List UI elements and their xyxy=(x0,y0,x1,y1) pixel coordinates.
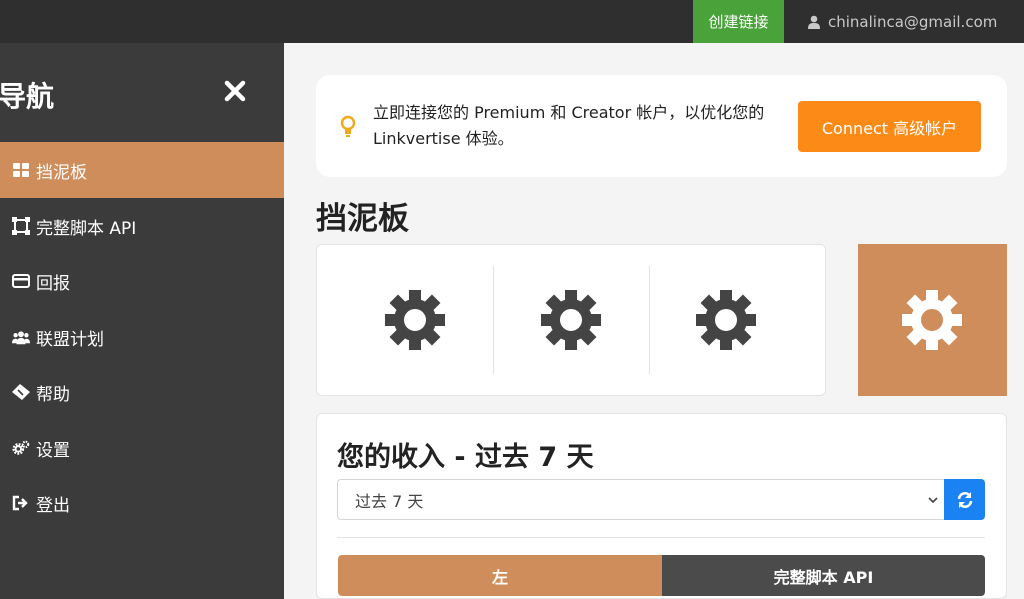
sidebar-item-label: 设置 xyxy=(36,440,70,461)
sidebar-item-label: 帮助 xyxy=(36,384,70,405)
user-account[interactable]: chinalinca@gmail.com xyxy=(808,0,997,43)
sidebar-item-settings[interactable]: 设置 xyxy=(0,420,284,476)
crop-icon xyxy=(12,217,30,235)
gear-icon xyxy=(696,290,756,350)
connect-premium-button[interactable]: Connect 高级帐户 xyxy=(798,101,981,152)
tab-left[interactable]: 左 xyxy=(338,555,662,596)
sidebar-item-help[interactable]: 帮助 xyxy=(0,364,284,420)
gear-icon xyxy=(902,290,962,350)
income-title: 您的收入 - 过去 7 天 xyxy=(337,442,594,473)
sidebar-title: 导航 xyxy=(0,80,55,113)
close-icon[interactable] xyxy=(224,80,246,102)
user-icon xyxy=(808,15,820,29)
gear-icon xyxy=(385,290,445,350)
sidebar-item-label: 挡泥板 xyxy=(36,162,87,183)
ticket-icon xyxy=(12,383,30,401)
sidebar-item-label: 联盟计划 xyxy=(36,329,104,350)
divider xyxy=(337,537,985,538)
users-icon xyxy=(12,328,30,346)
divider xyxy=(493,266,494,374)
date-range-select[interactable]: 过去 7 天 xyxy=(337,479,945,520)
sidebar-item-payouts[interactable]: 回报 xyxy=(0,253,284,309)
create-link-button[interactable]: 创建链接 xyxy=(693,0,784,43)
user-email: chinalinca@gmail.com xyxy=(828,12,998,31)
credit-card-icon xyxy=(12,272,30,290)
tab-full-script-api[interactable]: 完整脚本 API xyxy=(662,555,985,596)
lightbulb-icon xyxy=(340,115,356,137)
date-range-value: 过去 7 天 xyxy=(355,491,424,511)
sidebar-item-label: 回报 xyxy=(36,273,70,294)
sidebar-item-label: 完整脚本 API xyxy=(36,218,137,239)
cogs-icon xyxy=(12,439,30,457)
sidebar-item-label: 登出 xyxy=(36,495,70,516)
sign-out-icon xyxy=(12,494,30,512)
refresh-icon xyxy=(957,491,972,508)
grid-icon xyxy=(12,161,30,179)
refresh-button[interactable] xyxy=(944,479,985,520)
alert-text: 立即连接您的 Premium 和 Creator 帐户，以优化您的 Linkve… xyxy=(373,103,765,148)
sidebar: 导航 挡泥板 完整脚本 API 回报 联盟计划 帮助 设置 登出 xyxy=(0,43,284,599)
sidebar-item-dashboard[interactable]: 挡泥板 xyxy=(0,142,284,198)
chevron-down-icon xyxy=(928,497,938,504)
sidebar-item-logout[interactable]: 登出 xyxy=(0,475,284,531)
divider xyxy=(649,266,650,374)
sidebar-item-full-script-api[interactable]: 完整脚本 API xyxy=(0,198,284,254)
sidebar-item-affiliate[interactable]: 联盟计划 xyxy=(0,309,284,365)
gear-icon xyxy=(541,290,601,350)
page-title: 挡泥板 xyxy=(316,201,409,237)
